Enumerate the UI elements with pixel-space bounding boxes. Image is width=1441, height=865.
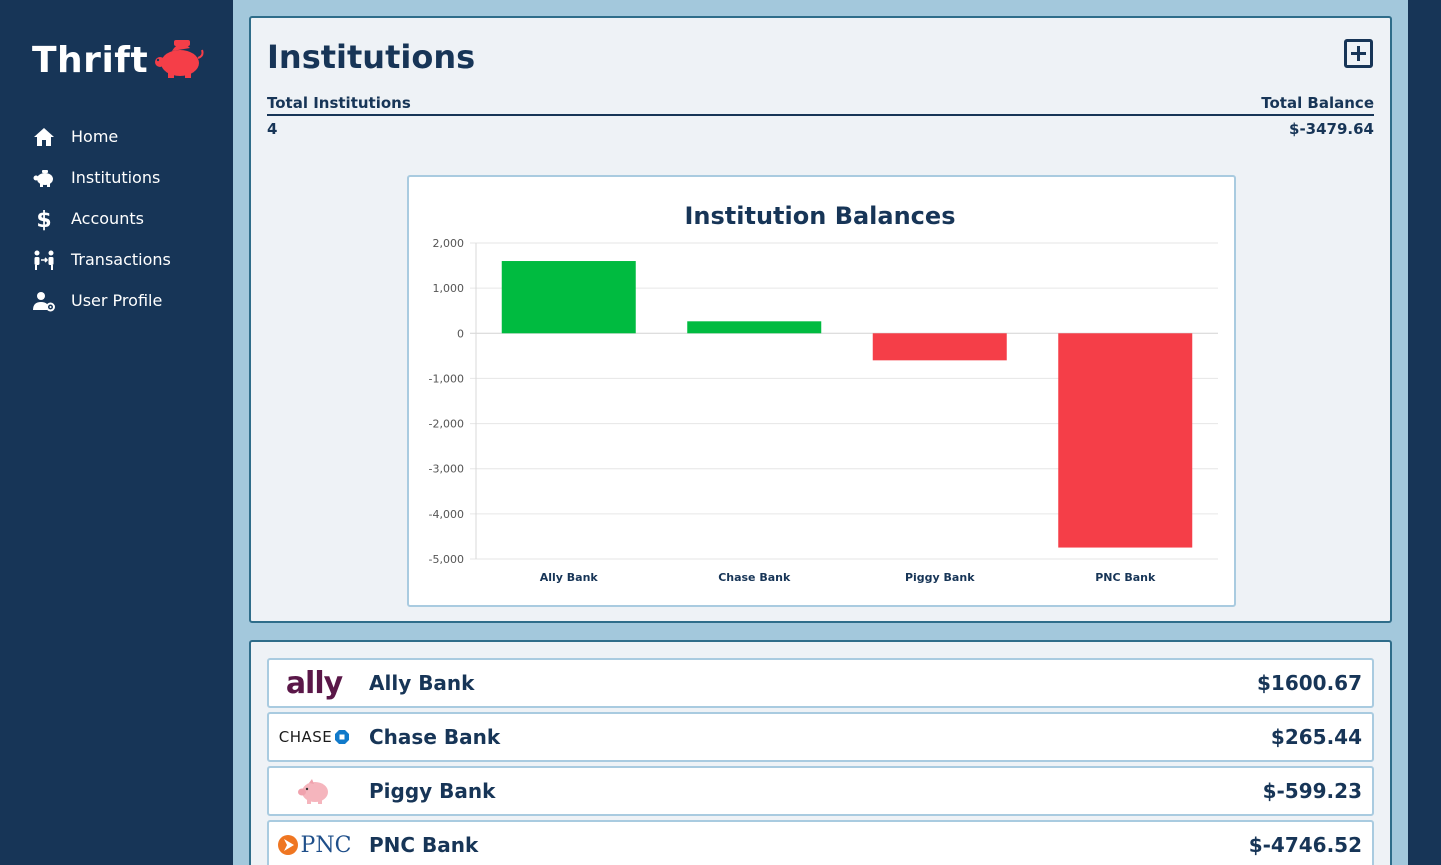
user-gear-icon — [32, 289, 56, 313]
y-tick-label: -5,000 — [429, 553, 464, 566]
piggy-logo — [269, 768, 359, 814]
total-balance-label: Total Balance — [1261, 94, 1374, 112]
dollar-icon: $ — [32, 207, 56, 231]
pink-piggy-icon — [298, 779, 328, 804]
people-transfer-icon — [32, 248, 56, 272]
y-tick-label: 2,000 — [433, 237, 465, 250]
sidebar-item-label: Home — [71, 127, 119, 146]
page-title: Institutions — [267, 38, 476, 76]
stats-header: Total Institutions Total Balance — [267, 94, 1374, 116]
sidebar-nav: Home Institutions $ Accounts Transaction… — [0, 116, 233, 321]
sidebar-item-label: Accounts — [71, 209, 144, 228]
sidebar-item-institutions[interactable]: Institutions — [0, 157, 233, 198]
institution-balances-chart: Institution Balances 2,000 1,000 0 -1,000 -2,… — [407, 175, 1236, 607]
y-tick-label: 1,000 — [433, 282, 465, 295]
y-tick-label: -1,000 — [429, 372, 464, 385]
svg-text:$: $ — [36, 208, 51, 231]
pnc-logo: PNC — [269, 822, 359, 865]
institution-row-pnc[interactable]: PNC PNC Bank $-4746.52 — [267, 820, 1374, 865]
institutions-summary-panel: Institutions Total Institutions Total Ba… — [249, 16, 1392, 623]
plus-square-icon — [1351, 46, 1366, 61]
institution-balance: $-599.23 — [1262, 779, 1362, 803]
sidebar-item-transactions[interactable]: Transactions — [0, 239, 233, 280]
institution-name: Ally Bank — [369, 671, 475, 695]
institution-name: Chase Bank — [369, 725, 501, 749]
y-tick-label: -3,000 — [429, 463, 464, 476]
bar-chase-bank — [687, 321, 822, 334]
bar-ally-bank — [501, 261, 636, 334]
y-tick-label: -4,000 — [429, 508, 464, 521]
x-tick-label: Ally Bank — [540, 571, 599, 584]
pnc-arrow-icon — [277, 835, 298, 855]
institution-name: Piggy Bank — [369, 779, 496, 803]
ally-logo: ally — [269, 660, 359, 706]
institution-balance: $-4746.52 — [1248, 833, 1362, 857]
chase-octagon-icon — [335, 730, 350, 744]
right-edge-strip — [1408, 0, 1441, 865]
piggy-bank-logo-icon — [155, 40, 204, 78]
total-institutions-label: Total Institutions — [267, 94, 411, 112]
x-tick-label: Piggy Bank — [905, 571, 975, 584]
total-balance-value: $-3479.64 — [1289, 120, 1374, 138]
sidebar-item-user-profile[interactable]: User Profile — [0, 280, 233, 321]
sidebar-item-home[interactable]: Home — [0, 116, 233, 157]
brand[interactable]: Thrift — [32, 36, 204, 84]
app-title: Thrift — [32, 39, 149, 81]
sidebar-item-label: Institutions — [71, 168, 161, 187]
sidebar-item-accounts[interactable]: $ Accounts — [0, 198, 233, 239]
institution-balance: $1600.67 — [1256, 671, 1362, 695]
stats-values: 4 $-3479.64 — [267, 116, 1374, 138]
chart-title: Institution Balances — [685, 202, 956, 230]
institutions-stats: Total Institutions Total Balance 4 $-347… — [267, 94, 1374, 138]
bar-pnc-bank — [1058, 333, 1193, 548]
total-institutions-value: 4 — [267, 120, 278, 138]
sidebar-item-label: Transactions — [71, 250, 171, 269]
chart-canvas: Institution Balances 2,000 1,000 0 -1,000 -2,… — [429, 202, 1218, 584]
chase-logo: CHASE — [269, 714, 359, 760]
institution-row-ally[interactable]: ally Ally Bank $1600.67 — [267, 658, 1374, 708]
x-tick-label: PNC Bank — [1095, 571, 1156, 584]
bar-piggy-bank — [872, 333, 1007, 361]
chase-logo-text: CHASE — [278, 728, 333, 746]
add-institution-button[interactable] — [1344, 39, 1373, 68]
institution-row-chase[interactable]: CHASE Chase Bank $265.44 — [267, 712, 1374, 762]
sidebar: Thrift Home Institutions $ Accounts Tran… — [0, 0, 233, 865]
institution-balance: $265.44 — [1270, 725, 1362, 749]
institutions-list-panel: ally Ally Bank $1600.67 CHASE Chase Bank… — [249, 640, 1392, 865]
y-tick-label: 0 — [457, 327, 464, 340]
ally-logo-text: ally — [285, 665, 343, 701]
pnc-logo-text: PNC — [300, 832, 352, 858]
institution-row-piggy[interactable]: Piggy Bank $-599.23 — [267, 766, 1374, 816]
piggy-bank-icon — [32, 166, 56, 190]
institution-name: PNC Bank — [369, 833, 479, 857]
x-tick-label: Chase Bank — [718, 571, 791, 584]
y-tick-label: -2,000 — [429, 418, 464, 431]
home-icon — [32, 125, 56, 149]
sidebar-item-label: User Profile — [71, 291, 163, 310]
